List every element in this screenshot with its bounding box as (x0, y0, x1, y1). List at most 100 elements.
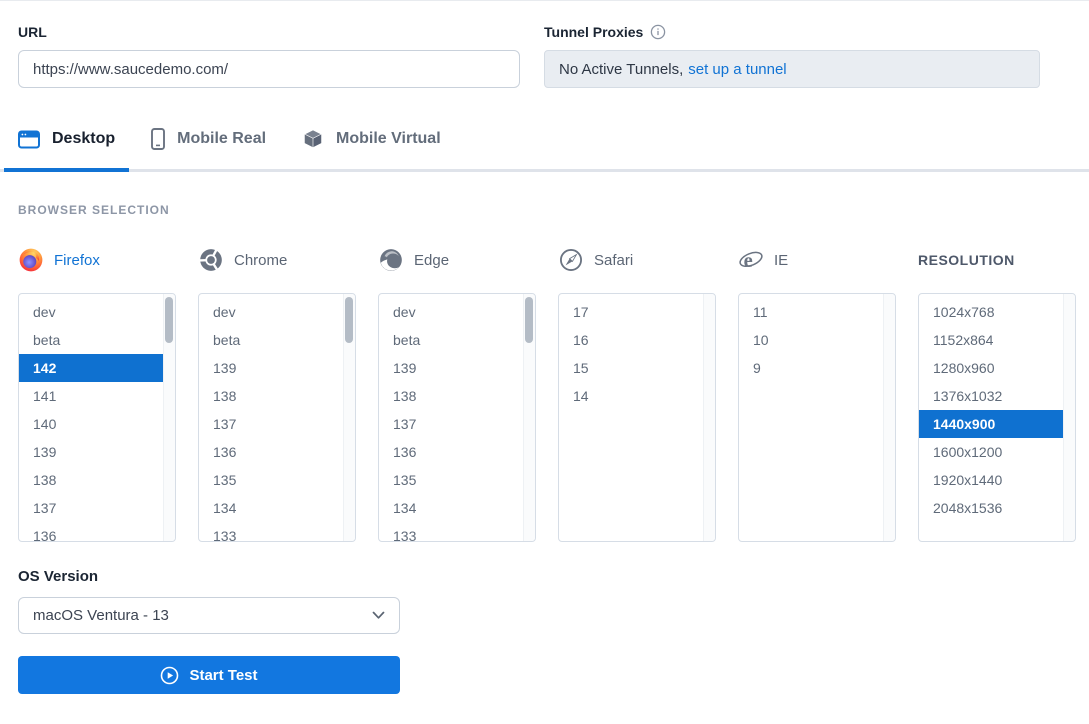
edge-version-list[interactable]: dev beta 139 138 137 136 135 134 133 (378, 293, 536, 542)
tunnel-label: Tunnel Proxies (544, 24, 1040, 40)
resolution-option-selected[interactable]: 1440x900 (919, 410, 1063, 438)
chrome-version-list[interactable]: dev beta 139 138 137 136 135 134 133 (198, 293, 356, 542)
resolution-option[interactable]: 1600x1200 (919, 438, 1063, 466)
tab-desktop[interactable]: Desktop (18, 128, 115, 169)
info-icon[interactable] (650, 24, 666, 40)
start-test-label: Start Test (189, 667, 257, 684)
version-option[interactable]: 139 (19, 438, 163, 466)
version-option[interactable]: 9 (739, 354, 883, 382)
ie-icon: e (738, 247, 764, 273)
version-option[interactable]: 138 (19, 466, 163, 494)
scrollbar-track[interactable] (883, 294, 895, 541)
version-option[interactable]: dev (199, 298, 343, 326)
version-option[interactable]: 139 (199, 354, 343, 382)
top-row: URL Tunnel Proxies No Active Tunnels, se… (18, 24, 1076, 88)
chrome-column: Chrome dev beta 139 138 137 136 135 134 … (198, 246, 356, 542)
edge-header[interactable]: Edge (378, 246, 536, 274)
version-option[interactable]: beta (379, 326, 523, 354)
version-option[interactable]: beta (19, 326, 163, 354)
resolution-option[interactable]: 1920x1440 (919, 466, 1063, 494)
ie-column: e IE 11 10 9 (738, 246, 896, 542)
version-option[interactable]: 134 (199, 494, 343, 522)
edge-label[interactable]: Edge (414, 252, 449, 269)
tunnel-section: Tunnel Proxies No Active Tunnels, set up… (544, 24, 1040, 88)
ie-version-list[interactable]: 11 10 9 (738, 293, 896, 542)
platform-tabs: Desktop Mobile Real (0, 128, 1089, 172)
browser-columns: Firefox dev beta 142 141 140 139 138 137… (18, 246, 1076, 542)
version-option[interactable]: dev (379, 298, 523, 326)
chrome-header[interactable]: Chrome (198, 246, 356, 274)
version-option[interactable]: 10 (739, 326, 883, 354)
version-option[interactable]: 138 (199, 382, 343, 410)
tab-mobile-virtual-label: Mobile Virtual (336, 130, 441, 148)
version-option[interactable]: dev (19, 298, 163, 326)
resolution-column: RESOLUTION 1024x768 1152x864 1280x960 13… (918, 246, 1076, 542)
resolution-list[interactable]: 1024x768 1152x864 1280x960 1376x1032 144… (918, 293, 1076, 542)
safari-version-list[interactable]: 17 16 15 14 (558, 293, 716, 542)
scrollbar-thumb[interactable] (525, 297, 533, 343)
resolution-option[interactable]: 1280x960 (919, 354, 1063, 382)
version-option[interactable]: 139 (379, 354, 523, 382)
version-option[interactable]: 134 (379, 494, 523, 522)
safari-column: Safari 17 16 15 14 (558, 246, 716, 542)
version-option[interactable]: 136 (379, 438, 523, 466)
tab-mobile-real-label: Mobile Real (177, 130, 266, 148)
version-option[interactable]: 137 (379, 410, 523, 438)
resolution-heading: RESOLUTION (918, 246, 1076, 274)
tunnel-status-text: No Active Tunnels, (559, 61, 683, 78)
version-option[interactable]: beta (199, 326, 343, 354)
scrollbar-thumb[interactable] (165, 297, 173, 343)
tunnel-label-text: Tunnel Proxies (544, 24, 643, 40)
resolution-option[interactable]: 2048x1536 (919, 494, 1063, 522)
scrollbar-thumb[interactable] (345, 297, 353, 343)
version-option[interactable]: 135 (379, 466, 523, 494)
safari-header[interactable]: Safari (558, 246, 716, 274)
version-option[interactable]: 136 (199, 438, 343, 466)
url-section: URL (18, 24, 520, 88)
version-option[interactable]: 140 (19, 410, 163, 438)
safari-label[interactable]: Safari (594, 252, 633, 269)
resolution-option[interactable]: 1024x768 (919, 298, 1063, 326)
safari-icon (558, 247, 584, 273)
setup-tunnel-link[interactable]: set up a tunnel (688, 61, 786, 78)
version-option[interactable]: 14 (559, 382, 703, 410)
play-icon (160, 666, 179, 685)
desktop-icon (18, 130, 40, 149)
mobile-phone-icon (151, 128, 165, 150)
version-option[interactable]: 17 (559, 298, 703, 326)
version-option[interactable]: 16 (559, 326, 703, 354)
version-option[interactable]: 136 (19, 522, 163, 542)
firefox-column: Firefox dev beta 142 141 140 139 138 137… (18, 246, 176, 542)
browser-selection-heading: BROWSER SELECTION (18, 203, 1076, 217)
resolution-option[interactable]: 1376x1032 (919, 382, 1063, 410)
chevron-down-icon (372, 611, 385, 620)
chrome-label[interactable]: Chrome (234, 252, 287, 269)
tab-mobile-virtual[interactable]: Mobile Virtual (302, 128, 441, 169)
os-version-select[interactable]: macOS Ventura - 13 (18, 597, 400, 634)
start-test-button[interactable]: Start Test (18, 656, 400, 694)
firefox-version-list[interactable]: dev beta 142 141 140 139 138 137 136 (18, 293, 176, 542)
tab-mobile-real[interactable]: Mobile Real (151, 128, 266, 169)
firefox-label[interactable]: Firefox (54, 252, 100, 269)
version-option[interactable]: 141 (19, 382, 163, 410)
version-option[interactable]: 137 (199, 410, 343, 438)
ie-label[interactable]: IE (774, 252, 788, 269)
version-option[interactable]: 137 (19, 494, 163, 522)
version-option[interactable]: 15 (559, 354, 703, 382)
scrollbar-track[interactable] (1063, 294, 1075, 541)
url-label: URL (18, 24, 520, 40)
resolution-option[interactable]: 1152x864 (919, 326, 1063, 354)
tab-desktop-label: Desktop (52, 130, 115, 148)
scrollbar-track[interactable] (703, 294, 715, 541)
os-version-value: macOS Ventura - 13 (33, 607, 169, 624)
version-option[interactable]: 11 (739, 298, 883, 326)
tunnel-status-box: No Active Tunnels, set up a tunnel (544, 50, 1040, 88)
version-option-selected[interactable]: 142 (19, 354, 163, 382)
ie-header[interactable]: e IE (738, 246, 896, 274)
version-option[interactable]: 133 (199, 522, 343, 542)
version-option[interactable]: 135 (199, 466, 343, 494)
version-option[interactable]: 133 (379, 522, 523, 542)
firefox-header[interactable]: Firefox (18, 246, 176, 274)
url-input[interactable] (18, 50, 520, 88)
version-option[interactable]: 138 (379, 382, 523, 410)
